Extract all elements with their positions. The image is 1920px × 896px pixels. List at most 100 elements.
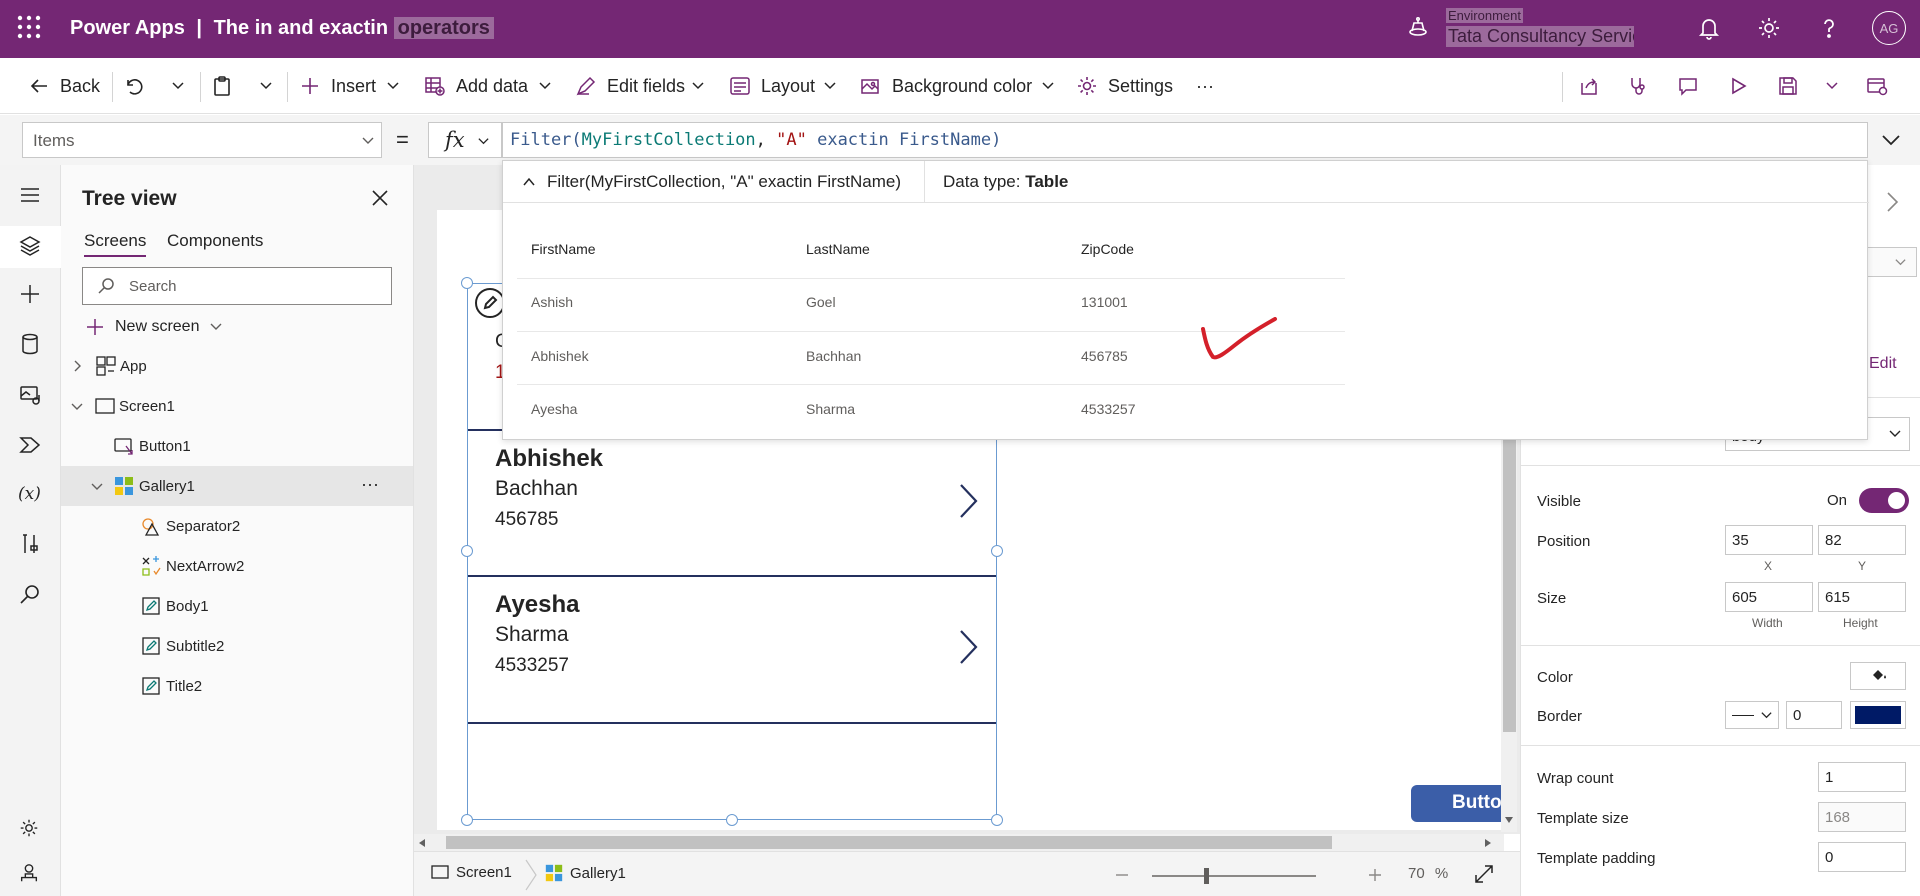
scroll-down-arrow-icon[interactable]	[1504, 816, 1514, 824]
fx-function-picker[interactable]: fx	[428, 122, 502, 158]
scroll-right-arrow-icon[interactable]	[1484, 838, 1492, 848]
position-y-input[interactable]: 82	[1818, 525, 1906, 555]
edit-fields-chevron-icon[interactable]	[690, 78, 706, 94]
settings-gear-icon[interactable]	[18, 817, 44, 843]
power-automate-icon[interactable]	[18, 433, 44, 459]
template-padding-input[interactable]: 0	[1818, 842, 1906, 872]
edit-pencil-icon[interactable]	[475, 288, 505, 318]
scroll-left-arrow-icon[interactable]	[418, 838, 426, 848]
chevron-down-icon[interactable]	[71, 400, 83, 412]
add-data-chevron-icon[interactable]	[537, 78, 553, 94]
hamburger-menu-icon[interactable]	[18, 183, 44, 209]
data-cylinder-icon[interactable]	[18, 332, 44, 358]
breadcrumb-screen1[interactable]: Screen1	[430, 863, 512, 881]
help-icon[interactable]	[1816, 15, 1844, 43]
media-icon[interactable]	[18, 383, 44, 409]
app-checker-button[interactable]	[1627, 72, 1659, 100]
zoom-out-minus-icon[interactable]	[1114, 867, 1130, 883]
background-color-chevron-icon[interactable]	[1040, 78, 1056, 94]
width-input[interactable]: 605	[1725, 582, 1813, 612]
next-arrow-icon[interactable]	[958, 629, 978, 665]
canvas-vertical-scrollbar[interactable]	[1501, 432, 1517, 832]
visible-toggle[interactable]	[1859, 488, 1909, 513]
fit-to-window-expand-icon[interactable]	[1474, 864, 1494, 884]
border-style-select[interactable]	[1725, 701, 1779, 729]
paste-dropdown-chevron-icon[interactable]	[258, 78, 274, 94]
add-data-button[interactable]: Add data	[424, 72, 528, 100]
tree-item-separator2[interactable]: Separator2	[61, 506, 413, 546]
insert-plus-icon[interactable]	[18, 282, 44, 308]
insert-chevron-icon[interactable]	[385, 78, 401, 94]
settings-button[interactable]: Settings	[1076, 72, 1173, 100]
insert-button[interactable]: Insert	[299, 72, 376, 100]
chevron-right-icon[interactable]	[1885, 191, 1899, 213]
layout-button[interactable]: Layout	[729, 72, 815, 100]
position-x-input[interactable]: 35	[1725, 525, 1813, 555]
scrollbar-thumb[interactable]	[446, 836, 1332, 849]
property-selector[interactable]: Items	[22, 122, 382, 158]
publish-button[interactable]	[1866, 72, 1898, 100]
resize-handle[interactable]	[991, 545, 1003, 557]
button1-control[interactable]: Button	[1411, 785, 1503, 822]
virtual-agent-icon[interactable]	[18, 862, 44, 888]
scrollbar-thumb[interactable]	[1503, 440, 1516, 732]
save-chevron-icon[interactable]	[1824, 78, 1840, 94]
tree-item-app[interactable]: App	[61, 346, 413, 386]
edit-fields-button[interactable]: Edit fields	[575, 72, 685, 100]
tab-components[interactable]: Components	[167, 231, 263, 255]
save-button[interactable]	[1777, 72, 1809, 100]
background-color-button[interactable]: Background color	[860, 72, 1032, 100]
formula-bar-expand-chevron-icon[interactable]	[1880, 132, 1902, 148]
resize-handle[interactable]	[461, 814, 473, 826]
formula-input[interactable]: Filter(MyFirstCollection, "A" exactin Fi…	[502, 122, 1868, 158]
more-commands-button[interactable]: ···	[1196, 72, 1214, 100]
chevron-down-icon[interactable]	[91, 480, 103, 492]
app-launcher-icon[interactable]	[16, 14, 44, 42]
wrap-count-input[interactable]: 1	[1818, 762, 1906, 792]
template-size-input[interactable]: 168	[1818, 802, 1906, 832]
layout-chevron-icon[interactable]	[822, 78, 838, 94]
zoom-in-plus-icon[interactable]	[1367, 867, 1383, 883]
color-picker-button[interactable]	[1850, 662, 1906, 690]
back-button[interactable]: Back	[28, 72, 100, 100]
tree-item-screen1[interactable]: Screen1	[61, 386, 413, 426]
undo-button[interactable]	[122, 72, 154, 100]
tree-search-input[interactable]: Search	[82, 267, 392, 305]
close-icon[interactable]	[371, 189, 389, 207]
tree-item-title2[interactable]: Title2	[61, 666, 413, 706]
zoom-slider-thumb[interactable]	[1204, 868, 1210, 884]
preview-play-button[interactable]	[1727, 72, 1759, 100]
border-color-picker[interactable]	[1850, 701, 1906, 729]
height-input[interactable]: 615	[1818, 582, 1906, 612]
environment-picker[interactable]: Environment Tata Consultancy Servic...	[1446, 5, 1636, 47]
user-avatar[interactable]: AG	[1872, 11, 1906, 45]
edit-fields-link[interactable]: Edit	[1869, 355, 1897, 373]
undo-dropdown-chevron-icon[interactable]	[170, 78, 186, 94]
tree-view-layers-icon[interactable]	[18, 234, 44, 260]
zoom-slider-track[interactable]	[1152, 875, 1316, 877]
tree-item-gallery1[interactable]: Gallery1 ···	[61, 466, 413, 506]
variables-x-icon[interactable]: (x)	[18, 481, 44, 507]
tree-item-nextarrow2[interactable]: NextArrow2	[61, 546, 413, 586]
notifications-icon[interactable]	[1696, 15, 1724, 43]
resize-handle[interactable]	[461, 277, 473, 289]
chevron-right-icon[interactable]	[71, 360, 83, 372]
share-button[interactable]	[1578, 72, 1610, 100]
new-screen-button[interactable]: New screen	[85, 315, 223, 339]
tree-item-button1[interactable]: Button1	[61, 426, 413, 466]
advanced-tools-icon[interactable]	[18, 532, 44, 558]
paste-button[interactable]	[211, 72, 243, 100]
tree-item-subtitle2[interactable]: Subtitle2	[61, 626, 413, 666]
tab-screens[interactable]: Screens	[84, 231, 147, 257]
comments-button[interactable]	[1677, 72, 1709, 100]
tree-item-body1[interactable]: Body1	[61, 586, 413, 626]
breadcrumb-gallery1[interactable]: Gallery1	[544, 863, 626, 883]
resize-handle[interactable]	[991, 814, 1003, 826]
environment-icon[interactable]	[1406, 16, 1430, 40]
search-icon[interactable]	[18, 582, 44, 608]
resize-handle[interactable]	[461, 545, 473, 557]
canvas-horizontal-scrollbar[interactable]	[414, 834, 1504, 851]
resize-handle[interactable]	[726, 814, 738, 826]
next-arrow-icon[interactable]	[958, 483, 978, 519]
border-width-input[interactable]: 0	[1786, 701, 1842, 729]
